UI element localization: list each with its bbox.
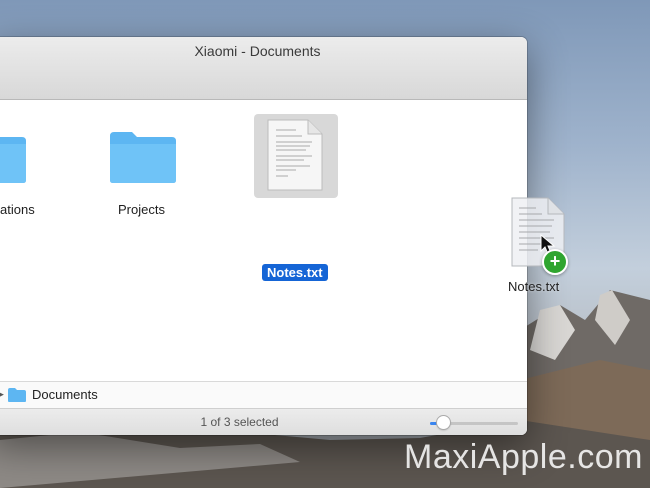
- status-bar: 1 of 3 selected: [0, 408, 527, 435]
- folder-icon: [0, 137, 26, 183]
- path-item-documents[interactable]: Documents: [32, 387, 98, 402]
- file-label: Notes.txt: [262, 264, 328, 281]
- path-separator-icon: ▶: [0, 389, 4, 399]
- icon-size-slider[interactable]: [430, 416, 518, 429]
- folder-icon: [110, 132, 176, 183]
- finder-window[interactable]: Xiaomi - Documents ations Projects Notes…: [0, 37, 527, 435]
- folder-label: ations: [0, 202, 35, 217]
- title-bar[interactable]: Xiaomi - Documents: [0, 37, 527, 100]
- file-browser[interactable]: ations Projects Notes.txt: [0, 100, 527, 380]
- folder-icon: [8, 388, 26, 402]
- watermark: MaxiApple.com: [404, 438, 643, 476]
- window-title: Xiaomi - Documents: [194, 43, 321, 59]
- path-bar[interactable]: ▶ Documents: [0, 381, 527, 408]
- copy-badge-icon: +: [542, 249, 568, 275]
- dragged-file-label: Notes.txt: [508, 279, 560, 294]
- text-file-icon: [267, 119, 323, 191]
- folder-label: Projects: [118, 202, 165, 217]
